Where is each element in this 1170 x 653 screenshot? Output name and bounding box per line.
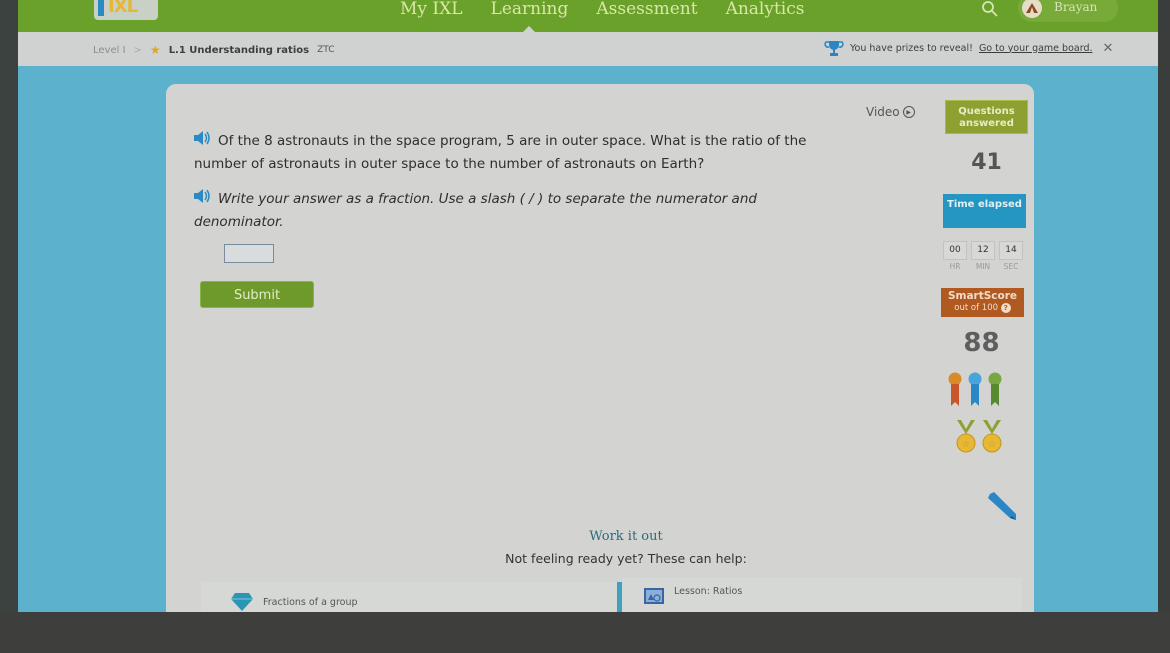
nav-menu: My IXL Learning Assessment Analytics xyxy=(386,0,819,32)
medals: ☆ ☆ xyxy=(955,420,1003,454)
instruction: Write your answer as a fraction. Use a s… xyxy=(194,188,834,234)
time-unit: MIN xyxy=(975,262,991,271)
search-icon[interactable] xyxy=(981,0,999,18)
time-unit: SEC xyxy=(1003,262,1019,271)
top-navigation: IXL My IXL Learning Assessment Analytics… xyxy=(18,0,1158,32)
instruction-text: Write your answer as a fraction. Use a s… xyxy=(194,191,757,230)
skill-code: ZTC xyxy=(317,45,335,55)
trophy-icon xyxy=(824,41,844,56)
monitor-bezel-left xyxy=(0,0,18,653)
svg-text:☆: ☆ xyxy=(962,440,970,450)
video-label: Video xyxy=(866,105,900,119)
question: Of the 8 astronauts in the space program… xyxy=(194,130,834,176)
avatar xyxy=(1022,0,1042,18)
prize-banner: You have prizes to reveal! Go to your ga… xyxy=(824,39,1113,57)
help-subtitle: Not feeling ready yet? These can help: xyxy=(505,551,747,566)
time-seconds: 14 SEC xyxy=(999,241,1023,271)
nav-item-assessment[interactable]: Assessment xyxy=(582,0,711,21)
question-text: Of the 8 astronauts in the space program… xyxy=(194,133,807,172)
pencil-icon[interactable] xyxy=(986,490,1018,522)
ribbon-orange-icon xyxy=(948,372,962,406)
close-icon[interactable]: ✕ xyxy=(1103,41,1114,56)
smartscore-sub: out of 100 xyxy=(954,303,999,313)
star-icon: ★ xyxy=(149,43,161,57)
ribbons xyxy=(948,372,1002,408)
time-elapsed: 00 HR 12 MIN 14 SEC xyxy=(943,241,1023,271)
ixl-logo[interactable]: IXL xyxy=(94,0,158,20)
screen: IXL My IXL Learning Assessment Analytics… xyxy=(18,0,1158,620)
ribbon-blue-icon xyxy=(968,372,982,406)
help-icon[interactable]: ? xyxy=(1000,303,1011,313)
avatar-tent-icon xyxy=(1026,3,1038,13)
nav-item-my-ixl[interactable]: My IXL xyxy=(386,0,477,21)
logo-bar xyxy=(98,0,104,16)
skill-name: L.1 Understanding ratios xyxy=(168,44,310,56)
game-board-link[interactable]: Go to your game board. xyxy=(979,43,1093,54)
help-item-label: Fractions of a group xyxy=(263,596,358,608)
time-elapsed-label: Time elapsed xyxy=(943,194,1026,228)
time-value: 00 xyxy=(943,241,967,260)
breadcrumb: Level I > ★ L.1 Understanding ratios ZTC xyxy=(93,43,335,57)
time-minutes: 12 MIN xyxy=(971,241,995,271)
video-link[interactable]: Video ▶ xyxy=(866,105,915,119)
medal-icon: ☆ xyxy=(956,420,976,453)
time-hours: 00 HR xyxy=(943,241,967,271)
time-value: 12 xyxy=(971,241,995,260)
time-unit: HR xyxy=(949,262,961,271)
diamond-icon xyxy=(231,593,253,611)
time-value: 14 xyxy=(999,241,1023,260)
smartscore-label: SmartScore out of 100 ? xyxy=(941,288,1024,317)
prize-text: You have prizes to reveal! xyxy=(850,42,973,54)
work-it-out-heading: Work it out xyxy=(589,529,663,544)
answer-input[interactable] xyxy=(224,244,274,263)
play-icon: ▶ xyxy=(902,106,915,118)
nav-item-learning[interactable]: Learning xyxy=(477,0,583,32)
speaker-icon[interactable] xyxy=(194,130,212,153)
monitor-bezel-bottom xyxy=(0,612,1170,653)
breadcrumb-level[interactable]: Level I xyxy=(93,45,126,56)
breadcrumb-separator: > xyxy=(133,44,142,56)
smartscore-title: SmartScore xyxy=(947,290,1018,302)
logo-text: IXL xyxy=(108,0,138,17)
questions-answered-label: Questions answered xyxy=(945,100,1028,134)
submit-button[interactable]: Submit xyxy=(200,281,314,308)
lesson-icon xyxy=(644,588,664,604)
user-name: Brayan xyxy=(1054,0,1098,14)
smartscore-value: 88 xyxy=(963,328,1000,358)
user-menu[interactable]: Brayan xyxy=(1018,0,1118,22)
speaker-icon[interactable] xyxy=(194,188,212,211)
practice-card: Of the 8 astronauts in the space program… xyxy=(166,84,1034,620)
svg-text:☆: ☆ xyxy=(988,440,996,450)
breadcrumb-bar: Level I > ★ L.1 Understanding ratios ZTC… xyxy=(18,32,1158,66)
help-item-label: Lesson: Ratios xyxy=(674,586,743,597)
ribbon-green-icon xyxy=(988,372,1002,406)
questions-answered-value: 41 xyxy=(971,150,1002,175)
nav-item-analytics[interactable]: Analytics xyxy=(712,0,819,21)
medal-icon: ☆ xyxy=(982,420,1002,453)
